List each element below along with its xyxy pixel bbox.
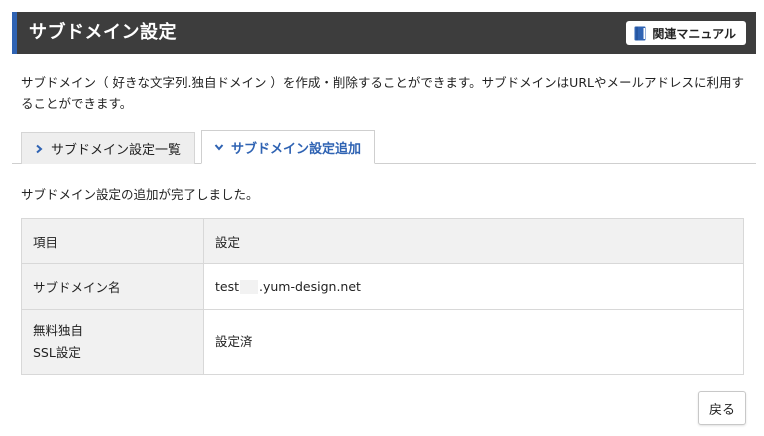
ssl-setting-value: 設定済 <box>203 309 744 375</box>
book-icon <box>634 26 646 40</box>
table-row: 無料独自 SSL設定 設定済 <box>21 309 744 375</box>
subdomain-suffix: .yum-design.net <box>259 278 361 294</box>
ssl-label-line2: SSL設定 <box>33 345 81 360</box>
tab-subdomain-list-label: サブドメイン設定一覧 <box>51 143 182 158</box>
related-manual-button[interactable]: 関連マニュアル <box>626 21 746 45</box>
back-button[interactable]: 戻る <box>698 391 746 425</box>
page-description: サブドメイン（ 好きな文字列.独自ドメイン ）を作成・削除することができます。サ… <box>21 75 744 111</box>
related-manual-label: 関連マニュアル <box>652 26 736 41</box>
tab-subdomain-list[interactable]: サブドメイン設定一覧 <box>21 132 196 164</box>
ssl-label-line1: 無料独自 <box>33 323 84 338</box>
settings-table: 項目 設定 サブドメイン名 test .yum-design.net 無料独自 SS… <box>21 218 744 375</box>
tab-subdomain-add[interactable]: サブドメイン設定追加 <box>201 130 376 164</box>
page-title: サブドメイン設定 <box>29 22 177 43</box>
page-header: サブドメイン設定 関連マニュアル <box>12 12 756 54</box>
subdomain-name-value: test .yum-design.net <box>203 263 744 310</box>
chevron-down-icon <box>214 144 224 151</box>
header-item: 項目 <box>21 218 204 264</box>
table-header-row: 項目 設定 <box>21 218 744 264</box>
tab-bar: サブドメイン設定一覧 サブドメイン設定追加 <box>21 130 376 164</box>
table-row: サブドメイン名 test .yum-design.net <box>21 263 744 310</box>
subdomain-prefix: test <box>215 278 240 294</box>
chevron-right-icon <box>36 144 43 153</box>
tab-subdomain-add-label: サブドメイン設定追加 <box>231 141 362 157</box>
header-setting: 設定 <box>203 218 744 264</box>
redacted-block <box>240 280 259 295</box>
completion-message: サブドメイン設定の追加が完了しました。 <box>21 187 259 202</box>
ssl-setting-label: 無料独自 SSL設定 <box>21 309 204 375</box>
subdomain-name-label: サブドメイン名 <box>21 263 204 310</box>
